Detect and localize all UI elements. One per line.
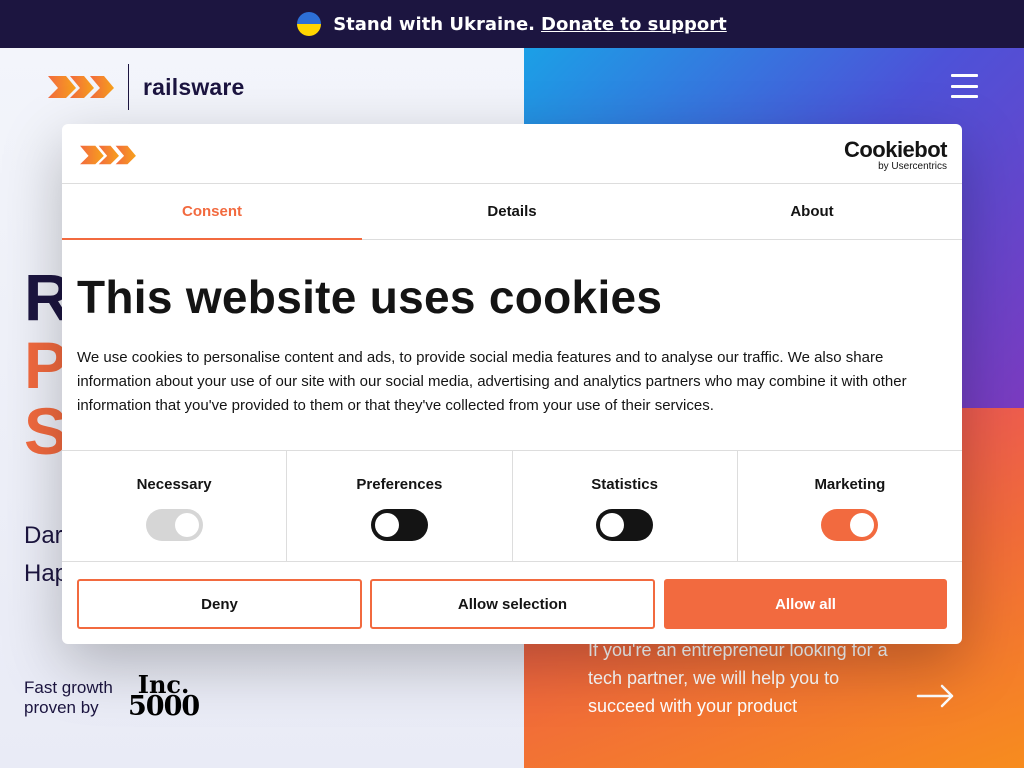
category-necessary: Necessary — [62, 451, 288, 561]
fast-growth-label: Fast growth proven by — [24, 678, 113, 718]
deny-button[interactable]: Deny — [77, 579, 362, 629]
allow-all-button[interactable]: Allow all — [664, 579, 947, 629]
donate-link[interactable]: Donate to support — [541, 14, 727, 35]
tab-details[interactable]: Details — [362, 184, 662, 239]
railsware-logo-mark-icon — [48, 76, 114, 98]
hero-subtitle-line-1: Dar — [24, 522, 63, 549]
tab-about[interactable]: About — [662, 184, 962, 239]
statistics-label: Statistics — [591, 476, 658, 493]
category-statistics: Statistics — [513, 451, 738, 561]
railsware-wordmark: railsware — [143, 73, 245, 100]
marketing-toggle[interactable] — [821, 509, 879, 541]
fast-growth-line-2: proven by — [24, 698, 99, 717]
fast-growth-line-1: Fast growth — [24, 678, 113, 697]
dialog-header: Cookiebot by Usercentrics — [62, 124, 962, 184]
cookiebot-name: Cookiebot — [843, 137, 948, 162]
preferences-toggle[interactable] — [370, 509, 428, 541]
dialog-title: This website uses cookies — [77, 271, 663, 323]
railsware-dialog-logo-icon — [80, 145, 136, 165]
railsware-logo[interactable]: railsware — [46, 64, 245, 110]
preferences-label: Preferences — [356, 476, 443, 493]
statistics-toggle[interactable] — [596, 509, 654, 541]
cookiebot-by: by Usercentrics — [878, 161, 947, 172]
category-preferences: Preferences — [287, 451, 513, 561]
logo-divider — [128, 64, 129, 110]
allow-selection-button[interactable]: Allow selection — [370, 579, 655, 629]
category-marketing: Marketing — [738, 451, 962, 561]
tab-consent[interactable]: Consent — [62, 184, 362, 240]
dialog-tabs: Consent Details About — [62, 184, 962, 240]
inc-logo-bottom: 5000 — [128, 691, 200, 722]
dialog-body-text: We use cookies to personalise content an… — [77, 349, 907, 414]
cookie-category-toggles: Necessary Preferences Statistics Marketi… — [62, 450, 962, 562]
promo-text: If you're an entrepreneur looking for a … — [588, 640, 888, 716]
ukraine-flag-icon — [297, 12, 322, 36]
marketing-label: Marketing — [814, 476, 886, 493]
cookie-consent-dialog: Cookiebot by Usercentrics Consent Detail… — [62, 124, 962, 644]
necessary-toggle — [145, 509, 203, 541]
arrow-right-icon[interactable] — [916, 682, 956, 710]
menu-icon[interactable] — [951, 74, 978, 98]
ukraine-banner: Stand with Ukraine. Donate to support — [0, 0, 1024, 48]
cookiebot-logo[interactable]: Cookiebot by Usercentrics — [843, 137, 948, 172]
necessary-label: Necessary — [136, 476, 212, 493]
ukraine-banner-text: Stand with Ukraine. — [333, 13, 536, 35]
inc-5000-logo: Inc. 5000 — [128, 673, 200, 722]
